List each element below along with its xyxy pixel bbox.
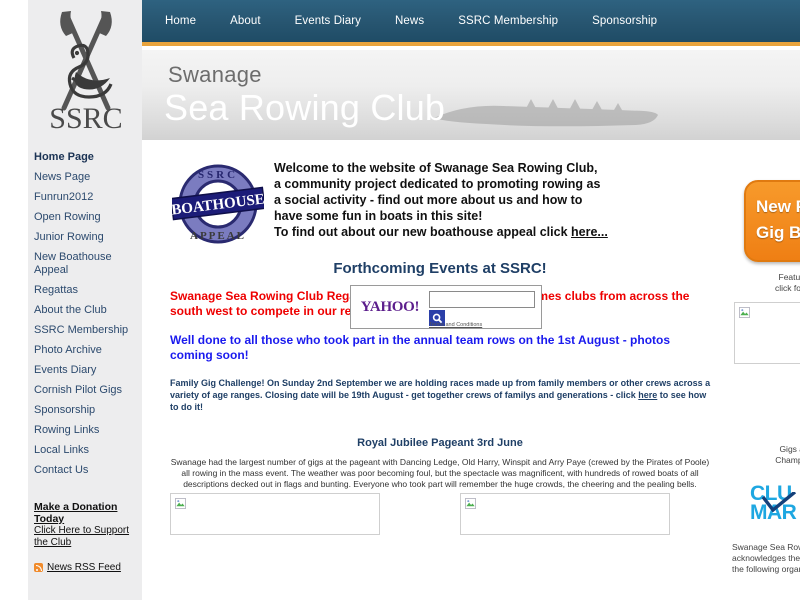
broken-image-icon [465, 498, 476, 509]
featured-photo-placeholder[interactable] [734, 302, 800, 364]
sidebar-item-cornish-pilot-gigs[interactable]: Cornish Pilot Gigs [28, 381, 142, 401]
sponsor-acknowledgement: Swanage Sea Row acknowledges the the fol… [732, 542, 800, 575]
featured-pictures-caption: Featured pi click for large [730, 272, 800, 294]
sidebar-item-open-rowing[interactable]: Open Rowing [28, 208, 142, 228]
top-nav-items: Home About Events Diary News SSRC Member… [148, 0, 674, 42]
ssrc-club-logo[interactable]: SSRC [36, 4, 136, 138]
nav-item-news[interactable]: News [378, 0, 441, 42]
nav-item-about[interactable]: About [213, 0, 278, 42]
left-sidebar: Home Page News Page Funrun2012 Open Rowi… [28, 140, 142, 600]
boathouse-appeal-logo[interactable]: SSRC APPEAL BOATHOUSE [172, 160, 264, 248]
family-gig-challenge-notice: Family Gig Challenge! On Sunday 2nd Sept… [170, 377, 716, 413]
site-banner: Swanage Sea Rowing Club [142, 50, 800, 140]
rss-feed-row[interactable]: News RSS Feed [28, 562, 142, 573]
featured-caption-line-1: Featured pi [778, 272, 800, 282]
sidebar-item-ssrc-membership[interactable]: SSRC Membership [28, 321, 142, 341]
team-rows-notice: Well done to all those who took part in … [170, 333, 671, 362]
championship-caption-line-2: Championshi [775, 455, 800, 465]
sidebar-item-events-diary[interactable]: Events Diary [28, 361, 142, 381]
jubilee-photo-right[interactable] [460, 493, 670, 535]
nav-item-sponsorship[interactable]: Sponsorship [575, 0, 674, 42]
sidebar-navigation: Home Page News Page Funrun2012 Open Rowi… [28, 140, 142, 481]
sidebar-item-home-page[interactable]: Home Page [28, 148, 142, 168]
appeal-logo-top-text: SSRC [198, 169, 238, 181]
checkmark-icon [762, 492, 796, 512]
broken-image-icon [175, 498, 186, 509]
sidebar-item-rowing-links[interactable]: Rowing Links [28, 421, 142, 441]
nav-item-events-diary[interactable]: Events Diary [278, 0, 378, 42]
sidebar-item-new-boathouse-appeal[interactable]: New Boathouse Appeal [28, 248, 142, 281]
broken-image-icon [739, 307, 750, 318]
welcome-line-3: a social activity - find out more about … [274, 193, 583, 207]
donate-support-link[interactable]: Click Here to Support the Club [34, 525, 132, 549]
rowing-boat-silhouette-icon [434, 99, 658, 127]
sidebar-item-regattas[interactable]: Regattas [28, 281, 142, 301]
gig-text-pre: Family Gig Challenge! On Sunday 2nd Sept… [170, 378, 711, 400]
sidebar-item-about-the-club[interactable]: About the Club [28, 301, 142, 321]
left-page-margin [0, 0, 28, 600]
new-gig-boat-banner[interactable]: New P Gig B [744, 180, 800, 262]
welcome-line-5: To find out about our new boathouse appe… [274, 224, 608, 240]
nav-item-ssrc-membership[interactable]: SSRC Membership [441, 0, 575, 42]
championship-caption-line-1: Gigs at the [779, 444, 800, 454]
welcome-line-4: have some fun in boats in this site! [274, 209, 483, 223]
page-root: Home About Events Diary News SSRC Member… [0, 0, 800, 600]
jubilee-heading: Royal Jubilee Pageant 3rd June [357, 437, 523, 449]
orange-banner-line-2: Gig B [756, 223, 800, 242]
forthcoming-events-heading: Forthcoming Events at SSRC! [333, 260, 547, 277]
appeal-logo-bottom-text: APPEAL [190, 230, 246, 242]
welcome-line-1: Welcome to the website of Swanage Sea Ro… [274, 161, 598, 175]
welcome-line-2: a community project dedicated to promoti… [274, 177, 601, 191]
boathouse-appeal-here-link[interactable]: here... [571, 225, 608, 239]
ack-line-1: Swanage Sea Row [732, 542, 800, 552]
yahoo-search-controls: Terms and Conditions [429, 286, 541, 328]
yahoo-search-widget: YAHOO! Terms and Conditions [350, 285, 542, 329]
orange-banner-line-1: New P [756, 197, 800, 216]
sidebar-item-junior-rowing[interactable]: Junior Rowing [28, 228, 142, 248]
rss-feed-link[interactable]: News RSS Feed [47, 562, 121, 573]
sidebar-item-photo-archive[interactable]: Photo Archive [28, 341, 142, 361]
right-sidebar: New P Gig B Featured pi click for large … [730, 144, 800, 600]
yahoo-brand-area: YAHOO! [351, 286, 429, 328]
banner-title: Sea Rowing Club [164, 87, 446, 128]
sidebar-item-news-page[interactable]: News Page [28, 168, 142, 188]
rss-icon [34, 563, 43, 572]
donation-block: Make a Donation Today Click Here to Supp… [28, 501, 142, 549]
ack-line-3: the following organ [732, 564, 800, 574]
yahoo-logo-text: YAHOO! [360, 298, 420, 315]
yahoo-search-input[interactable] [429, 291, 535, 308]
sidebar-item-contact-us[interactable]: Contact Us [28, 461, 142, 481]
donate-title-link[interactable]: Make a Donation Today [34, 501, 142, 525]
jubilee-photo-left[interactable] [170, 493, 380, 535]
welcome-paragraph: Welcome to the website of Swanage Sea Ro… [274, 160, 608, 248]
clubmark-logo[interactable]: CLU MAR [750, 483, 797, 523]
jubilee-paragraph: Swanage had the largest number of gigs a… [170, 457, 710, 489]
main-content: SSRC APPEAL BOATHOUSE Welcome to the web… [150, 144, 730, 600]
yahoo-terms-link[interactable]: Terms and Conditions [429, 322, 482, 328]
nav-item-home[interactable]: Home [148, 0, 213, 42]
sidebar-item-local-links[interactable]: Local Links [28, 441, 142, 461]
sidebar-item-funrun2012[interactable]: Funrun2012 [28, 188, 142, 208]
jubilee-photo-row [170, 493, 730, 535]
gig-here-link[interactable]: here [638, 390, 657, 400]
banner-subtitle: Swanage [168, 62, 262, 87]
ack-line-2: acknowledges the [732, 553, 800, 563]
welcome-section: SSRC APPEAL BOATHOUSE Welcome to the web… [150, 144, 730, 248]
welcome-line-5-text: To find out about our new boathouse appe… [274, 225, 572, 239]
sidebar-item-sponsorship[interactable]: Sponsorship [28, 401, 142, 421]
featured-caption-line-2: click for large [774, 283, 800, 293]
ssrc-logo-text: SSRC [49, 102, 122, 135]
championship-caption: Gigs at the Championshi [730, 444, 800, 466]
